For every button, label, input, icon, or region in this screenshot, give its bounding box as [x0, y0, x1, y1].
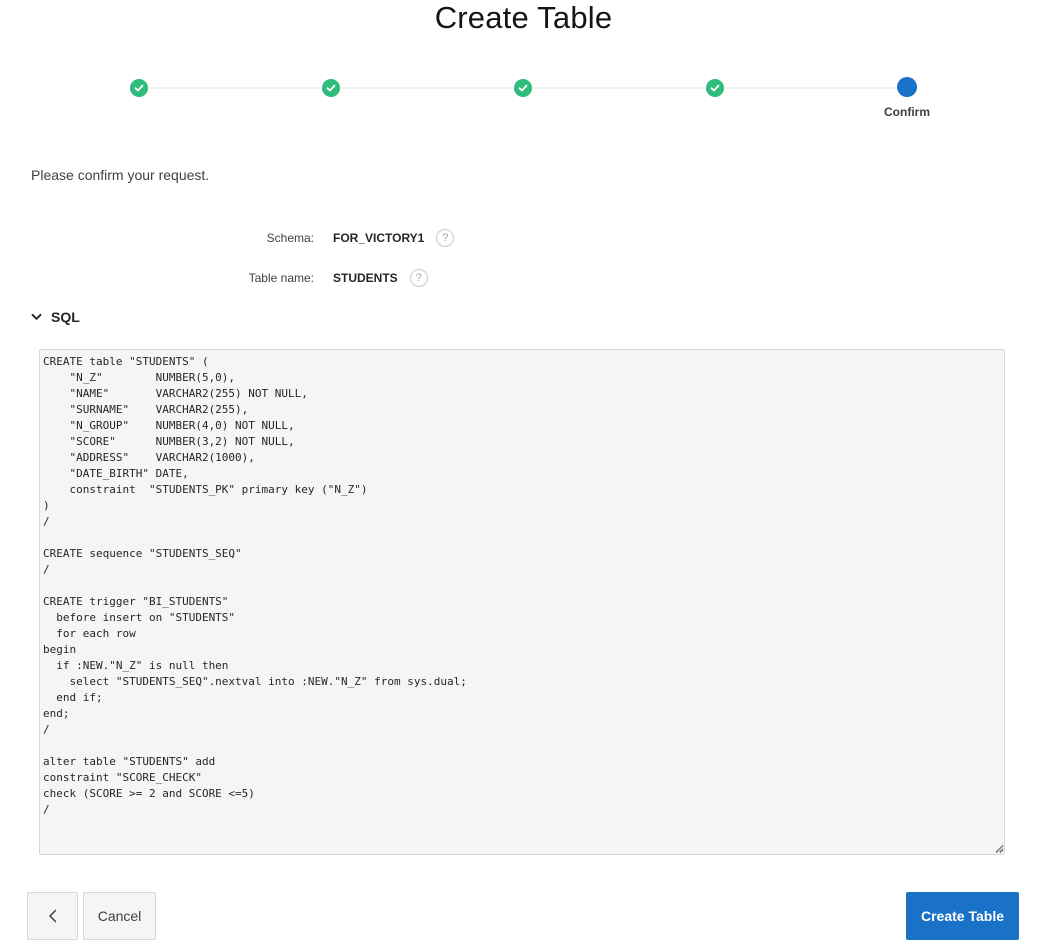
chevron-left-icon [48, 909, 56, 923]
sql-code-textarea[interactable] [39, 349, 1005, 855]
check-icon [518, 84, 528, 92]
schema-value: FOR_VICTORY1 [333, 231, 425, 245]
wizard-step-4-complete [706, 79, 724, 97]
schema-label-wrap: Schema: [0, 226, 314, 250]
table-name-value: STUDENTS [333, 271, 398, 285]
confirm-instruction: Please confirm your request. [31, 167, 210, 183]
wizard-step-5-current [897, 77, 917, 97]
table-name-field: Table name: STUDENTS ? [0, 266, 428, 290]
wizard-step-1-complete [130, 79, 148, 97]
wizard-step-label-confirm: Confirm [884, 105, 930, 119]
create-table-button[interactable]: Create Table [906, 892, 1019, 940]
table-name-help-icon[interactable]: ? [409, 269, 428, 287]
previous-button[interactable] [27, 892, 78, 940]
wizard-step-3-complete [514, 79, 532, 97]
chevron-down-icon [31, 313, 42, 320]
cancel-button[interactable]: Cancel [83, 892, 156, 940]
page-title: Create Table [434, 0, 613, 35]
table-name-label-wrap: Table name: [0, 266, 314, 290]
resize-handle-icon[interactable] [994, 843, 1004, 853]
table-name-label: Table name: [248, 271, 314, 285]
wizard-progress: Confirm [0, 70, 1047, 130]
sql-region-toggle[interactable]: SQL [31, 309, 80, 325]
wizard-step-2-complete [322, 79, 340, 97]
check-icon [326, 84, 336, 92]
schema-help-icon[interactable]: ? [436, 229, 455, 247]
schema-field: Schema: FOR_VICTORY1 ? [0, 226, 455, 250]
sql-region-title: SQL [51, 309, 80, 325]
check-icon [710, 84, 720, 92]
schema-label: Schema: [266, 231, 314, 245]
check-icon [134, 84, 144, 92]
